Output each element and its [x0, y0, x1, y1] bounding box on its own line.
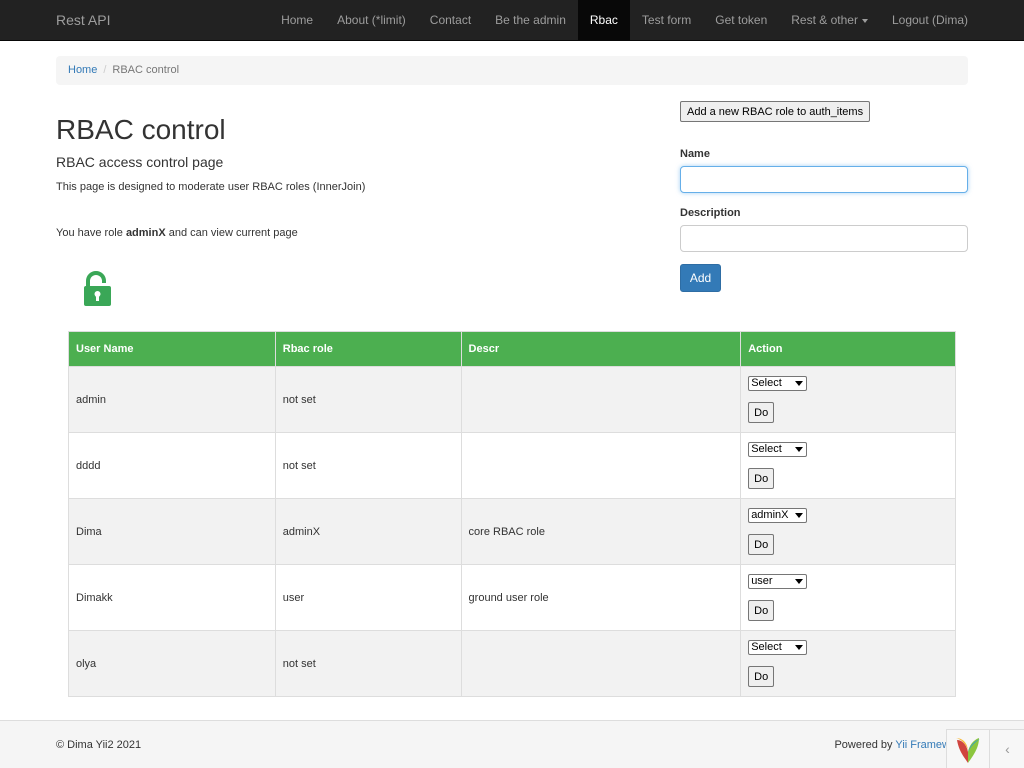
- cell-user-name: dddd: [68, 432, 276, 499]
- table-row: dddd not set Select Do: [68, 432, 956, 499]
- dropdown-arrow-icon: [795, 447, 804, 452]
- role-select-value: adminX: [751, 509, 789, 521]
- dropdown-arrow-icon: [795, 513, 804, 518]
- nav-item-logout[interactable]: Logout (Dima): [880, 0, 980, 40]
- do-button[interactable]: Do: [748, 468, 775, 489]
- nav-item-rbac[interactable]: Rbac: [577, 0, 630, 40]
- current-role-message: You have role adminX and can view curren…: [56, 227, 298, 239]
- page-subtitle: RBAC access control page: [56, 154, 224, 170]
- table-row: admin not set Select Do: [68, 366, 956, 433]
- nav-item-home[interactable]: Home: [269, 0, 325, 40]
- cell-rbac-role: adminX: [274, 498, 462, 565]
- header-action: Action: [740, 331, 956, 367]
- role-suffix: and can view current page: [165, 227, 298, 239]
- table-row: Dima adminX core RBAC role adminX Do: [68, 498, 956, 565]
- footer-copyright: © Dima Yii2 2021: [56, 739, 142, 751]
- breadcrumb: Home / RBAC control: [56, 56, 968, 85]
- table-row: Dimakk user ground user role user Do: [68, 564, 956, 631]
- cell-descr: core RBAC role: [460, 498, 742, 565]
- cell-rbac-role: not set: [274, 630, 462, 697]
- nav-item-be-the-admin[interactable]: Be the admin: [483, 0, 578, 40]
- cell-user-name: Dimakk: [68, 564, 276, 631]
- cell-rbac-role: not set: [274, 432, 462, 499]
- top-navbar: Rest API Home About (*limit) Contact Be …: [0, 0, 1024, 41]
- cell-descr: [460, 432, 742, 499]
- do-button[interactable]: Do: [748, 402, 775, 423]
- yii-logo-icon[interactable]: [955, 736, 981, 764]
- name-label: Name: [680, 148, 710, 160]
- caret-down-icon: [861, 18, 868, 23]
- nav-item-test-form[interactable]: Test form: [630, 0, 703, 40]
- nav-item-about[interactable]: About (*limit): [325, 0, 418, 40]
- breadcrumb-separator: /: [103, 64, 107, 76]
- role-select-value: Select: [751, 641, 782, 653]
- dropdown-arrow-icon: [795, 381, 804, 386]
- description-label: Description: [680, 207, 741, 219]
- nav-item-contact[interactable]: Contact: [418, 0, 483, 40]
- do-button[interactable]: Do: [748, 666, 775, 687]
- cell-rbac-role: not set: [274, 366, 462, 433]
- chevron-left-icon[interactable]: ‹: [989, 730, 1024, 768]
- current-role-name: adminX: [125, 227, 166, 239]
- role-select[interactable]: Select: [748, 376, 808, 391]
- dropdown-arrow-icon: [795, 579, 804, 584]
- role-select[interactable]: Select: [748, 640, 808, 655]
- cell-rbac-role: user: [274, 564, 462, 631]
- yii-debug-toolbar: ‹: [946, 729, 1024, 768]
- cell-descr: [460, 630, 742, 697]
- header-rbac-role: Rbac role: [274, 331, 462, 367]
- brand-link[interactable]: Rest API: [56, 12, 110, 28]
- breadcrumb-current: RBAC control: [112, 64, 180, 76]
- role-select[interactable]: user: [748, 574, 808, 589]
- table-header-row: User Name Rbac role Descr Action: [68, 331, 956, 367]
- role-prefix: You have role: [56, 227, 126, 239]
- page-title: RBAC control: [56, 114, 226, 145]
- page-description: This page is designed to moderate user R…: [56, 181, 366, 193]
- cell-descr: ground user role: [460, 564, 742, 631]
- main-nav: Home About (*limit) Contact Be the admin…: [269, 0, 980, 40]
- footer-powered-by: Powered by Yii Framew: [834, 739, 950, 751]
- role-select-value: Select: [751, 443, 782, 455]
- dropdown-arrow-icon: [795, 645, 804, 650]
- description-input[interactable]: [680, 225, 968, 252]
- do-button[interactable]: Do: [748, 534, 775, 555]
- role-select-value: user: [751, 575, 773, 587]
- add-rbac-role-button[interactable]: Add a new RBAC role to auth_items: [680, 101, 871, 122]
- add-button[interactable]: Add: [680, 264, 721, 292]
- nav-dropdown-rest-other[interactable]: Rest & other: [779, 0, 880, 40]
- role-select[interactable]: adminX: [748, 508, 808, 523]
- cell-action: Select Do: [740, 366, 956, 433]
- cell-user-name: olya: [68, 630, 276, 697]
- cell-action: Select Do: [740, 630, 956, 697]
- do-button[interactable]: Do: [748, 600, 775, 621]
- cell-action: adminX Do: [740, 498, 956, 565]
- header-descr: Descr: [460, 331, 742, 367]
- yii-framework-link[interactable]: Yii Framew: [895, 739, 950, 751]
- breadcrumb-home-link[interactable]: Home: [68, 64, 97, 76]
- cell-user-name: admin: [68, 366, 276, 433]
- nav-dropdown-label: Rest & other: [791, 13, 858, 27]
- cell-descr: [460, 366, 742, 433]
- page-footer: © Dima Yii2 2021 Powered by Yii Framew: [0, 720, 1024, 768]
- table-row: olya not set Select Do: [68, 630, 956, 697]
- users-rbac-table: User Name Rbac role Descr Action admin n…: [68, 331, 956, 697]
- powered-by-text: Powered by: [834, 739, 896, 751]
- role-select[interactable]: Select: [748, 442, 808, 457]
- cell-user-name: Dima: [68, 498, 276, 565]
- header-user-name: User Name: [68, 331, 276, 367]
- cell-action: user Do: [740, 564, 956, 631]
- unlocked-padlock-icon: [84, 271, 111, 306]
- nav-item-get-token[interactable]: Get token: [703, 0, 779, 40]
- name-input[interactable]: [680, 166, 968, 193]
- cell-action: Select Do: [740, 432, 956, 499]
- role-select-value: Select: [751, 377, 782, 389]
